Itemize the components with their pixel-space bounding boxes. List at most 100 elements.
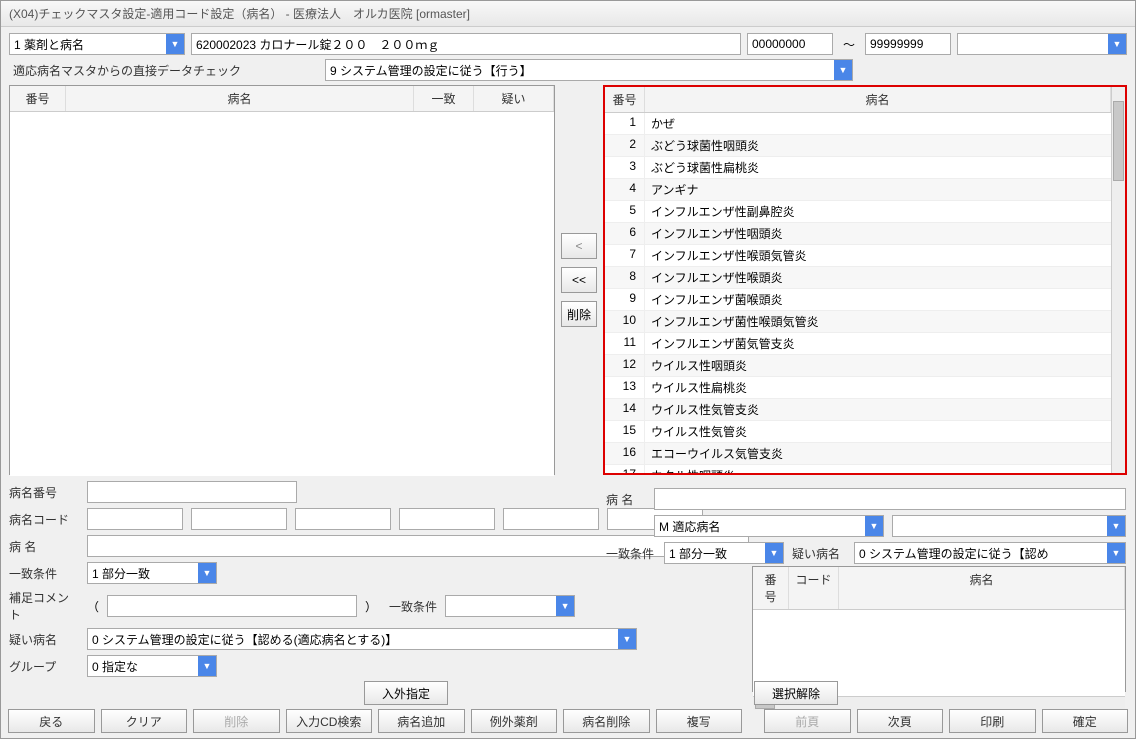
delete-disease-button[interactable]: 病名削除 [563, 709, 650, 733]
row-no: 17 [605, 465, 645, 473]
row-name: インフルエンザ菌喉頭炎 [645, 289, 1111, 310]
print-button[interactable]: 印刷 [949, 709, 1036, 733]
filter-name-input[interactable] [654, 488, 1126, 510]
table-row[interactable]: 8インフルエンザ性喉頭炎 [605, 267, 1111, 289]
type-combo[interactable]: 1 薬剤と病名 ▼ [9, 33, 185, 55]
table-row[interactable]: 7インフルエンザ性喉頭気管炎 [605, 245, 1111, 267]
row-no: 14 [605, 399, 645, 420]
row-name: エコーウイルス気管支炎 [645, 443, 1111, 464]
chevron-down-icon[interactable]: ▼ [166, 34, 184, 54]
row-name: インフルエンザ菌気管支炎 [645, 333, 1111, 354]
clear-button[interactable]: クリア [101, 709, 188, 733]
filter-match-combo[interactable]: 1 部分一致 ▼ [664, 542, 784, 564]
type-combo-value: 1 薬剤と病名 [14, 36, 84, 53]
add-disease-button[interactable]: 病名追加 [378, 709, 465, 733]
unselect-button[interactable]: 選択解除 [754, 681, 838, 705]
table-row[interactable]: 5インフルエンザ性副鼻腔炎 [605, 201, 1111, 223]
table-row[interactable]: 9インフルエンザ菌喉頭炎 [605, 289, 1111, 311]
date-from-input[interactable] [747, 33, 833, 55]
search-button[interactable]: 入力CD検索 [286, 709, 373, 733]
left-table-body[interactable] [10, 112, 554, 476]
scroll-thumb[interactable] [1113, 101, 1124, 181]
date-to-input[interactable] [865, 33, 951, 55]
code4-input[interactable] [399, 508, 495, 530]
filter-type-combo[interactable]: M 適応病名 ▼ [654, 515, 884, 537]
table-row[interactable]: 15ウイルス性気管炎 [605, 421, 1111, 443]
right-table-body[interactable]: 1かぜ2ぶどう球菌性咽頭炎3ぶどう球菌性扁桃炎4アンギナ5インフルエンザ性副鼻腔… [605, 113, 1111, 473]
chevron-down-icon[interactable]: ▼ [1107, 543, 1125, 563]
move-all-left-button[interactable]: << [561, 267, 597, 293]
chevron-down-icon[interactable]: ▼ [865, 516, 883, 536]
exception-drug-button[interactable]: 例外薬剤 [471, 709, 558, 733]
chevron-down-icon[interactable]: ▼ [198, 563, 216, 583]
code1-input[interactable] [87, 508, 183, 530]
left-table: 番号 病名 一致 疑い [9, 85, 555, 475]
row-name: インフルエンザ菌性喉頭気管炎 [645, 311, 1111, 332]
code2-input[interactable] [191, 508, 287, 530]
inout-button[interactable]: 入外指定 [364, 681, 448, 705]
row-name: かぜ [645, 113, 1111, 134]
confirm-button[interactable]: 確定 [1042, 709, 1129, 733]
vertical-scrollbar[interactable] [1111, 87, 1125, 473]
form-comment-label: 補足コメント [9, 589, 79, 623]
table-row[interactable]: 2ぶどう球菌性咽頭炎 [605, 135, 1111, 157]
form-group-combo[interactable]: 0 指定な ▼ [87, 655, 217, 677]
filter-match-label: 一致条件 [606, 545, 656, 562]
code5-input[interactable] [503, 508, 599, 530]
table-row[interactable]: 11インフルエンザ菌気管支炎 [605, 333, 1111, 355]
form-match2-combo[interactable]: ▼ [445, 595, 575, 617]
form-match-combo[interactable]: 1 部分一致 ▼ [87, 562, 217, 584]
table-row[interactable]: 3ぶどう球菌性扁桃炎 [605, 157, 1111, 179]
row-no: 11 [605, 333, 645, 354]
back-button[interactable]: 戻る [8, 709, 95, 733]
chevron-down-icon[interactable]: ▼ [556, 596, 574, 616]
table-row[interactable]: 12ウイルス性咽頭炎 [605, 355, 1111, 377]
filter-extra-combo[interactable]: ▼ [892, 515, 1126, 537]
next-page-button[interactable]: 次頁 [857, 709, 944, 733]
disease-no-input[interactable] [87, 481, 297, 503]
form-group-label: グループ [9, 658, 79, 675]
table-row[interactable]: 17カタル性咽頭炎 [605, 465, 1111, 473]
delete-footer-button: 削除 [193, 709, 280, 733]
row-name: ウイルス性気管支炎 [645, 399, 1111, 420]
filter-doubt-combo[interactable]: 0 システム管理の設定に従う【認め ▼ [854, 542, 1126, 564]
delete-button[interactable]: 削除 [561, 301, 597, 327]
chevron-down-icon[interactable]: ▼ [834, 60, 852, 80]
copy-button[interactable]: 複写 [656, 709, 743, 733]
col-match: 一致 [414, 86, 474, 111]
check-label: 適応病名マスタからの直接データチェック [9, 62, 319, 79]
check-combo-value: 9 システム管理の設定に従う【行う】 [330, 62, 532, 79]
chevron-down-icon[interactable]: ▼ [618, 629, 636, 649]
row-no: 15 [605, 421, 645, 442]
window-title: (X04)チェックマスタ設定-適用コード設定（病名） - 医療法人 オルカ医院 … [1, 1, 1135, 27]
table-row[interactable]: 16エコーウイルス気管支炎 [605, 443, 1111, 465]
table-row[interactable]: 4アンギナ [605, 179, 1111, 201]
table-row[interactable]: 1かぜ [605, 113, 1111, 135]
chevron-down-icon[interactable]: ▼ [765, 543, 783, 563]
move-left-button[interactable]: < [561, 233, 597, 259]
row-name: インフルエンザ性咽頭炎 [645, 223, 1111, 244]
right-table: 番号 病名 1かぜ2ぶどう球菌性咽頭炎3ぶどう球菌性扁桃炎4アンギナ5インフルエ… [603, 85, 1127, 475]
drug-input[interactable] [191, 33, 741, 55]
table-row[interactable]: 10インフルエンザ菌性喉頭気管炎 [605, 311, 1111, 333]
table-row[interactable]: 14ウイルス性気管支炎 [605, 399, 1111, 421]
blank-combo[interactable]: ▼ [957, 33, 1127, 55]
chevron-down-icon[interactable]: ▼ [198, 656, 216, 676]
paren-open: （ [87, 598, 99, 615]
row-name: インフルエンザ性喉頭気管炎 [645, 245, 1111, 266]
check-combo[interactable]: 9 システム管理の設定に従う【行う】 ▼ [325, 59, 853, 81]
row-no: 2 [605, 135, 645, 156]
form-match2-label: 一致条件 [385, 598, 437, 615]
code3-input[interactable] [295, 508, 391, 530]
chevron-down-icon[interactable]: ▼ [1107, 516, 1125, 536]
row-no: 7 [605, 245, 645, 266]
form-group-value: 0 指定な [92, 658, 138, 675]
chevron-down-icon[interactable]: ▼ [1108, 34, 1126, 54]
table-row[interactable]: 6インフルエンザ性咽頭炎 [605, 223, 1111, 245]
row-name: ぶどう球菌性咽頭炎 [645, 135, 1111, 156]
comment-input[interactable] [107, 595, 357, 617]
col-no: 番号 [753, 567, 789, 609]
col-name: 病名 [66, 86, 414, 111]
form-doubt-combo[interactable]: 0 システム管理の設定に従う【認める(適応病名とする)】 ▼ [87, 628, 637, 650]
table-row[interactable]: 13ウイルス性扁桃炎 [605, 377, 1111, 399]
